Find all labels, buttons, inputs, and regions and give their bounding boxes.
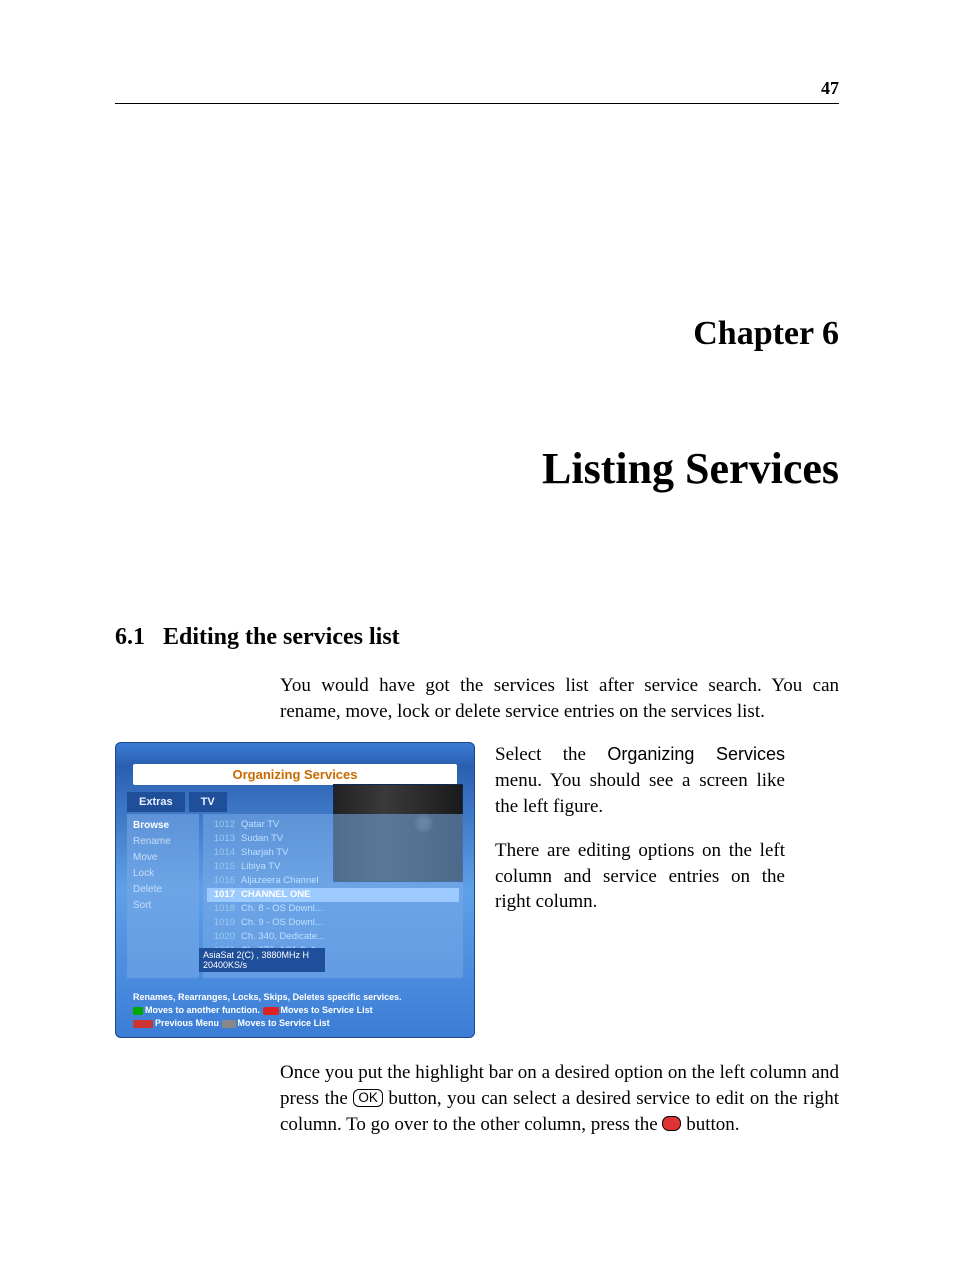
chapter-title: Listing Services <box>115 443 839 494</box>
help-line-1: Renames, Rearranges, Locks, Skips, Delet… <box>133 992 402 1002</box>
opt-delete: Delete <box>133 882 193 898</box>
figure-side-text: Select the Organizing Services menu. You… <box>495 742 785 934</box>
red-button-icon <box>263 1007 279 1015</box>
section-number: 6.1 <box>115 624 145 651</box>
menu-name: Organizing Services <box>607 744 785 764</box>
left-options: Browse Rename Move Lock Delete Sort <box>127 814 199 978</box>
channel-row: 1013Sudan TV <box>207 832 459 846</box>
channel-row: 1018Ch. 8 - OS Downl... <box>207 902 459 916</box>
green-button-icon <box>133 1007 143 1015</box>
help-line-3b: Moves to Service List <box>238 1018 330 1028</box>
section-title: Editing the services list <box>163 624 400 651</box>
page-number: 47 <box>821 78 839 99</box>
chapter-label: Chapter 6 <box>115 315 839 353</box>
status-bar: AsiaSat 2(C) , 3880MHz H 20400KS/s <box>199 948 325 972</box>
tv-screenshot: Organizing Services Extras TV Browse Ren… <box>115 742 475 1038</box>
opt-rename: Rename <box>133 834 193 850</box>
channel-row: 1016Aljazeera Channel <box>207 874 459 888</box>
channel-row: 1014Sharjah TV <box>207 846 459 860</box>
help-line-3a: Previous Menu <box>155 1018 219 1028</box>
help-line-2a: Moves to another function. <box>145 1005 260 1015</box>
channel-row: 1020Ch. 340, Dedicate... <box>207 930 459 944</box>
channel-row: 1012Qatar TV <box>207 818 459 832</box>
opt-sort: Sort <box>133 898 193 914</box>
opt-move: Move <box>133 850 193 866</box>
page: 47 Chapter 6 Listing Services 6.1 Editin… <box>0 0 954 1272</box>
after-c: button. <box>681 1114 739 1135</box>
tab-tv: TV <box>189 792 227 812</box>
tab-extras: Extras <box>127 792 185 812</box>
screenshot-title: Organizing Services <box>133 764 457 785</box>
side-p1b: menu. You should see a screen like the l… <box>495 770 785 817</box>
side-p1a: Select the <box>495 744 607 765</box>
channel-row-highlight: 1017CHANNEL ONE <box>207 888 459 902</box>
side-p2: There are editing options on the left co… <box>495 838 785 915</box>
intro-paragraph: You would have got the services list aft… <box>280 673 839 724</box>
channel-row: 1019Ch. 9 - OS Downl... <box>207 916 459 930</box>
section-heading: 6.1 Editing the services list <box>115 624 839 651</box>
red-key-icon <box>662 1116 681 1131</box>
after-paragraph: Once you put the highlight bar on a desi… <box>280 1060 839 1137</box>
screenshot-tabs: Extras TV <box>127 792 227 812</box>
menu-button-icon <box>133 1020 153 1028</box>
opt-lock: Lock <box>133 866 193 882</box>
opt-browse: Browse <box>133 818 193 834</box>
chapter-header: Chapter 6 Listing Services <box>115 315 839 494</box>
ok-button-icon <box>222 1020 236 1028</box>
ok-key-icon: OK <box>353 1089 383 1107</box>
channel-row: 1015Libiya TV <box>207 860 459 874</box>
help-text: Renames, Rearranges, Locks, Skips, Delet… <box>133 991 457 1030</box>
help-line-2b: Moves to Service List <box>281 1005 373 1015</box>
figure-row: Organizing Services Extras TV Browse Ren… <box>115 742 839 1038</box>
header-rule <box>115 103 839 104</box>
